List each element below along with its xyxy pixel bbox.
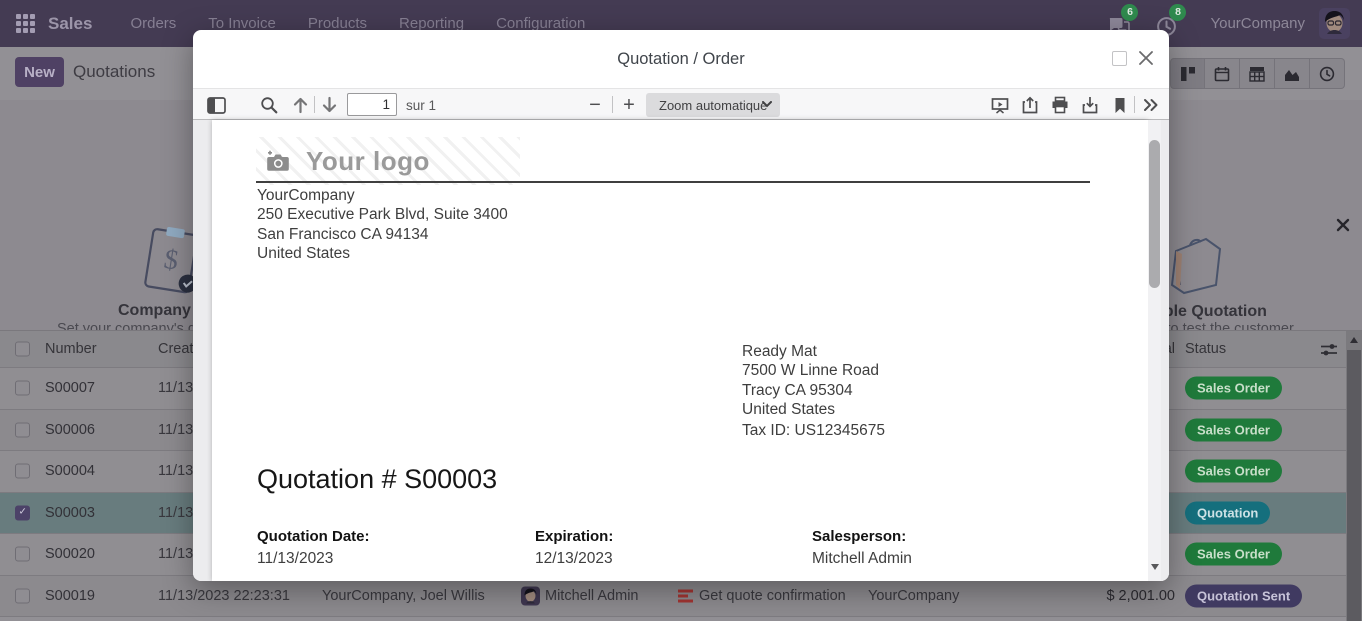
row-activity[interactable]: Get quote confirmation (699, 588, 846, 604)
status-badge: Sales Order (1185, 377, 1282, 400)
row-total: $ 2,001.00 (1035, 588, 1175, 604)
pdf-toolbar: sur 1 − + Zoom automatique (193, 88, 1169, 120)
salesperson-avatar (521, 586, 540, 605)
breadcrumb: Quotations (73, 62, 155, 82)
row-date: 11/13/2023 22:23:31 (158, 588, 290, 604)
previous-page-icon[interactable] (290, 95, 310, 115)
app-brand-sales[interactable]: Sales (48, 14, 92, 34)
user-avatar[interactable] (1319, 8, 1350, 39)
logo-text: Your logo (306, 146, 430, 177)
svg-text:$: $ (162, 244, 181, 277)
row-checkbox[interactable] (15, 588, 30, 603)
scrollbar-thumb[interactable] (1149, 140, 1160, 288)
row-checkbox[interactable] (15, 547, 30, 562)
pivot-view-icon[interactable] (1240, 58, 1275, 89)
next-page-icon[interactable] (319, 95, 339, 115)
row-checkbox[interactable] (15, 464, 30, 479)
row-number: S00019 (45, 588, 95, 604)
row-number: S00004 (45, 463, 95, 479)
pdf-viewport: Your logo YourCompany 250 Executive Park… (193, 120, 1169, 581)
scroll-up-arrow-icon[interactable] (1350, 337, 1358, 343)
status-badge: Sales Order (1185, 460, 1282, 483)
select-all-checkbox[interactable] (15, 342, 30, 357)
row-checkbox[interactable] (15, 381, 30, 396)
row-number: S00003 (45, 505, 95, 521)
customer-address: Ready Mat 7500 W Linne Road Tracy CA 953… (742, 342, 885, 440)
logo-placeholder: Your logo (256, 137, 520, 185)
search-icon[interactable] (259, 95, 279, 115)
bookmark-icon[interactable] (1110, 95, 1130, 115)
field-value: 11/13/2023 (257, 550, 333, 568)
page-count-label: sur 1 (406, 98, 436, 113)
more-tools-icon[interactable] (1141, 95, 1161, 115)
zoom-in-icon[interactable]: + (619, 95, 639, 115)
zoom-out-icon[interactable]: − (585, 95, 605, 115)
calendar-view-icon[interactable] (1205, 58, 1240, 89)
new-button[interactable]: New (15, 57, 64, 87)
banner-close-icon[interactable] (1335, 217, 1351, 233)
table-row[interactable]: S00019 11/13/2023 22:23:31 YourCompany, … (0, 576, 1346, 618)
header-rule (256, 181, 1090, 183)
document-title: Quotation # S00003 (257, 464, 497, 495)
chevron-down-icon (762, 101, 772, 108)
quotation-illustration (1168, 233, 1226, 295)
company-switcher[interactable]: YourCompany (1210, 15, 1305, 32)
pdf-page: Your logo YourCompany 250 Executive Park… (212, 120, 1148, 581)
zoom-select-value: Zoom automatique (659, 98, 767, 113)
page-number-input[interactable] (347, 93, 397, 116)
close-icon[interactable] (1136, 48, 1156, 68)
camera-icon (265, 150, 290, 172)
email-activity-icon[interactable] (678, 589, 693, 602)
apps-grid-icon[interactable] (16, 14, 36, 34)
activities-count-badge: 8 (1169, 4, 1186, 21)
print-icon[interactable] (1050, 95, 1070, 115)
field-value: Mitchell Admin (812, 550, 912, 568)
view-switcher (1170, 58, 1345, 89)
list-scrollbar[interactable] (1346, 331, 1362, 621)
field-label: Salesperson: (812, 528, 906, 545)
status-badge: Sales Order (1185, 418, 1282, 441)
row-checkbox[interactable] (15, 505, 30, 520)
sidebar-toggle-icon[interactable] (206, 95, 226, 115)
row-number: S00007 (45, 380, 95, 396)
nav-item-orders[interactable]: Orders (130, 15, 176, 32)
pdf-scrollbar[interactable] (1148, 120, 1161, 581)
messages-count-badge: 6 (1121, 4, 1138, 21)
presentation-mode-icon[interactable] (990, 95, 1010, 115)
open-file-icon[interactable] (1020, 95, 1040, 115)
row-checkbox[interactable] (15, 422, 30, 437)
field-label: Expiration: (535, 528, 613, 545)
scroll-down-arrow-icon[interactable] (1151, 564, 1159, 570)
scrollbar-thumb[interactable] (1347, 350, 1361, 621)
status-badge: Quotation Sent (1185, 584, 1302, 607)
dialog-header: Quotation / Order (193, 30, 1169, 88)
row-number: S00020 (45, 546, 95, 562)
header-number[interactable]: Number (45, 341, 97, 357)
row-number: S00006 (45, 422, 95, 438)
zoom-select[interactable]: Zoom automatique (646, 93, 780, 117)
kanban-view-icon[interactable] (1170, 58, 1205, 89)
expand-icon[interactable] (1112, 51, 1127, 66)
row-company: YourCompany (868, 588, 959, 604)
status-badge: Quotation (1185, 501, 1270, 524)
company-address: YourCompany 250 Executive Park Blvd, Sui… (257, 186, 508, 263)
status-badge: Sales Order (1185, 543, 1282, 566)
download-icon[interactable] (1080, 95, 1100, 115)
dialog-title: Quotation / Order (193, 50, 1169, 69)
quotation-order-dialog: Quotation / Order sur 1 − + Zoom automat… (193, 30, 1169, 581)
graph-view-icon[interactable] (1275, 58, 1310, 89)
table-row (0, 617, 1346, 621)
row-salesperson: Mitchell Admin (545, 588, 638, 604)
field-label: Quotation Date: (257, 528, 370, 545)
activity-view-icon[interactable] (1310, 58, 1345, 89)
column-options-icon[interactable] (1320, 342, 1338, 358)
header-status[interactable]: Status (1185, 341, 1226, 357)
field-value: 12/13/2023 (535, 550, 613, 568)
row-customer: YourCompany, Joel Willis (322, 588, 485, 604)
